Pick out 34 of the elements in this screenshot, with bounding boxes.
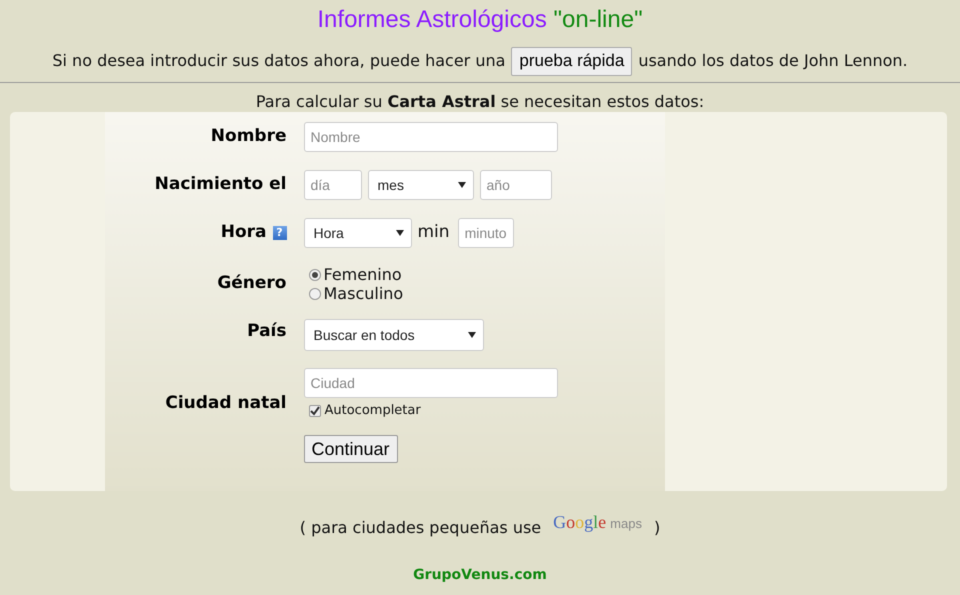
- day-field[interactable]: día: [304, 170, 362, 200]
- continue-button[interactable]: Continuar: [304, 435, 398, 463]
- dropdown-caret-icon: [396, 230, 404, 236]
- min-label: min: [418, 221, 450, 244]
- country-select[interactable]: Buscar en todos: [304, 319, 484, 351]
- dropdown-caret-icon: [468, 332, 476, 338]
- hour-select[interactable]: Hora: [304, 218, 412, 248]
- field-label: Nombre: [210, 125, 286, 148]
- year-field[interactable]: año: [480, 170, 552, 200]
- field-label: Nacimiento el: [154, 173, 286, 196]
- page-title: Informes Astrológicos "on-line": [317, 6, 643, 33]
- checkbox-label: Autocompletar: [324, 402, 421, 420]
- city-field[interactable]: Ciudad: [304, 368, 558, 398]
- field-label: País: [246, 320, 286, 343]
- minute-field[interactable]: minuto: [458, 218, 514, 248]
- field-label: Ciudad natal: [164, 392, 286, 416]
- field-label: Género: [216, 272, 286, 296]
- name-field[interactable]: Nombre: [304, 122, 558, 152]
- dropdown-caret-icon: [458, 182, 466, 188]
- quick-test-text: usando los datos de John Lennon.: [638, 50, 908, 72]
- radio-button[interactable]: [308, 288, 320, 300]
- intro-text: Para calcular su Carta Astral se necesitan estos datos:: [256, 92, 704, 111]
- radio-label: Masculino: [324, 282, 404, 304]
- checkbox[interactable]: [308, 405, 320, 417]
- field-label: Hora: [220, 221, 266, 244]
- maps-link[interactable]: Google maps: [553, 508, 642, 536]
- quick-test-button[interactable]: prueba rápida: [511, 46, 632, 76]
- radio-button[interactable]: [308, 268, 320, 280]
- site-name: GrupoVenus.com: [413, 567, 547, 583]
- map-hint-text: ( para ciudades pequeñas use: [300, 517, 542, 539]
- map-hint-text: ): [654, 517, 660, 539]
- quick-test-text: Si no desea introducir sus datos ahora, puede hacer una: [52, 50, 506, 72]
- radio-label: Femenino: [324, 264, 402, 286]
- month-select[interactable]: mes: [368, 170, 474, 200]
